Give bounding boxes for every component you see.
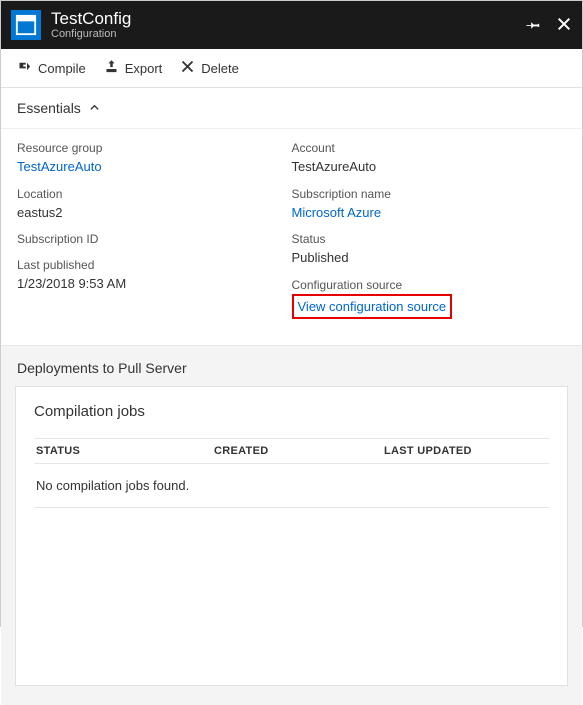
last-published-label: Last published — [17, 256, 292, 274]
last-published-value: 1/23/2018 9:53 AM — [17, 274, 292, 294]
essentials-right-column: Account TestAzureAuto Subscription name … — [292, 139, 567, 327]
command-bar: Compile Export Delete — [1, 49, 582, 88]
jobs-table-header: STATUS CREATED LAST UPDATED — [34, 438, 549, 464]
config-source-label: Configuration source — [292, 276, 567, 294]
compile-icon — [17, 59, 32, 77]
deployments-section: Deployments to Pull Server Compilation j… — [1, 345, 582, 705]
delete-button[interactable]: Delete — [180, 59, 239, 77]
chevron-up-icon — [89, 100, 100, 116]
resource-group-link[interactable]: TestAzureAuto — [17, 157, 292, 177]
blade-subtitle: Configuration — [51, 28, 526, 40]
delete-icon — [180, 59, 195, 77]
essentials-label: Essentials — [17, 100, 81, 116]
export-button[interactable]: Export — [104, 59, 163, 77]
jobs-empty-message: No compilation jobs found. — [34, 464, 549, 508]
view-configuration-source-link[interactable]: View configuration source — [298, 299, 447, 314]
compile-label: Compile — [38, 61, 86, 76]
essentials-panel: Resource group TestAzureAuto Location ea… — [1, 129, 582, 345]
account-label: Account — [292, 139, 567, 157]
compilation-jobs-card: Compilation jobs STATUS CREATED LAST UPD… — [15, 386, 568, 686]
column-status[interactable]: STATUS — [34, 445, 214, 457]
status-label: Status — [292, 230, 567, 248]
delete-label: Delete — [201, 61, 239, 76]
resource-group-label: Resource group — [17, 139, 292, 157]
essentials-toggle[interactable]: Essentials — [1, 88, 582, 129]
subscription-name-link[interactable]: Microsoft Azure — [292, 203, 567, 223]
deployments-title: Deployments to Pull Server — [15, 360, 568, 376]
subscription-id-label: Subscription ID — [17, 230, 292, 248]
configuration-icon — [11, 10, 41, 40]
close-icon[interactable] — [556, 16, 572, 35]
account-value: TestAzureAuto — [292, 157, 567, 177]
location-value: eastus2 — [17, 203, 292, 223]
blade-header: TestConfig Configuration — [1, 1, 582, 49]
column-created[interactable]: CREATED — [214, 445, 384, 457]
export-icon — [104, 59, 119, 77]
blade-title: TestConfig — [51, 10, 526, 29]
export-label: Export — [125, 61, 163, 76]
subscription-name-label: Subscription name — [292, 185, 567, 203]
essentials-left-column: Resource group TestAzureAuto Location ea… — [17, 139, 292, 327]
pin-icon[interactable] — [526, 16, 542, 35]
compilation-jobs-title: Compilation jobs — [34, 403, 549, 420]
status-value: Published — [292, 248, 567, 268]
location-label: Location — [17, 185, 292, 203]
column-last-updated[interactable]: LAST UPDATED — [384, 445, 549, 457]
compile-button[interactable]: Compile — [17, 59, 86, 77]
